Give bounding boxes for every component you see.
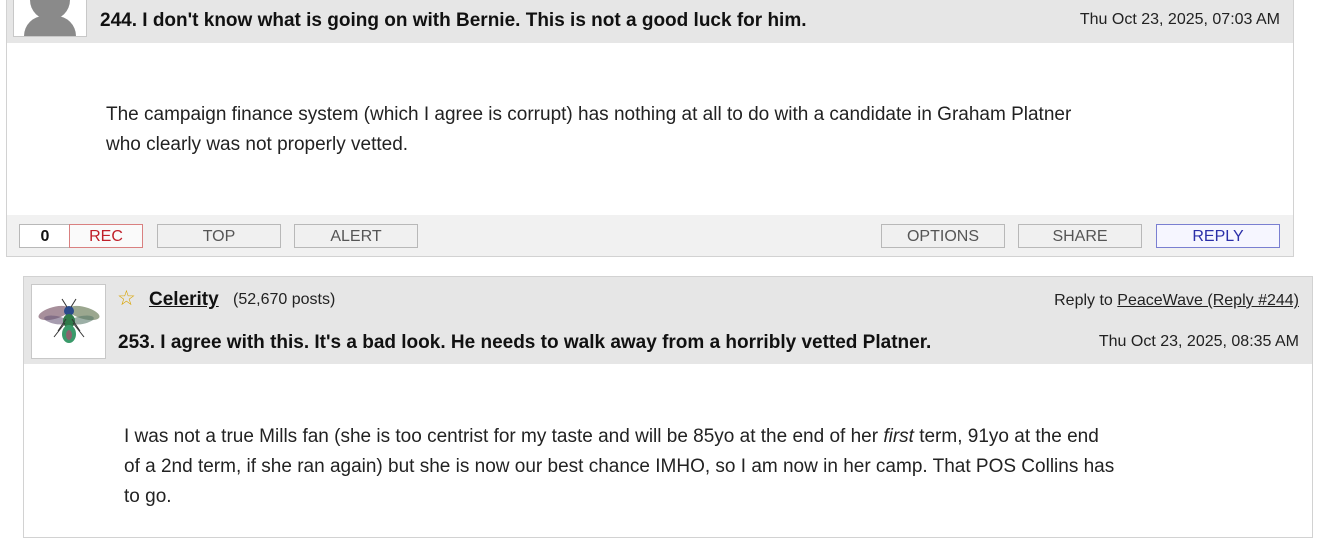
rec-count: 0 — [19, 224, 71, 248]
post-count: (52,670 posts) — [233, 291, 336, 308]
alert-button[interactable]: ALERT — [294, 224, 418, 248]
post-header: 244. I don't know what is going on with … — [7, 0, 1293, 43]
username-link[interactable]: Celerity — [149, 289, 219, 311]
post-244: 244. I don't know what is going on with … — [6, 0, 1294, 257]
reply-button[interactable]: REPLY — [1156, 224, 1280, 248]
avatar[interactable] — [31, 284, 106, 359]
star-icon: ☆ — [117, 287, 136, 310]
post-body: The campaign finance system (which I agr… — [106, 104, 1072, 155]
reply-to: Reply to PeaceWave (Reply #244) — [1054, 292, 1299, 309]
rec-button[interactable]: REC — [69, 224, 143, 248]
post-header: ☆ Celerity (52,670 posts) Reply to Peace… — [24, 277, 1312, 364]
avatar[interactable] — [13, 0, 87, 37]
post-footer: 0 REC TOP ALERT OPTIONS SHARE REPLY — [7, 215, 1293, 256]
options-button[interactable]: OPTIONS — [881, 224, 1005, 248]
post-subject: 244. I don't know what is going on with … — [100, 10, 807, 31]
post-253: ☆ Celerity (52,670 posts) Reply to Peace… — [23, 276, 1313, 538]
wasp-icon — [38, 298, 100, 343]
post-body: I was not a true Mills fan (she is too c… — [124, 426, 1115, 507]
post-date: Thu Oct 23, 2025, 07:03 AM — [1079, 11, 1280, 28]
share-button[interactable]: SHARE — [1018, 224, 1142, 248]
post-subject: 253. I agree with this. It's a bad look.… — [118, 332, 932, 353]
reply-to-link[interactable]: PeaceWave (Reply #244) — [1117, 292, 1299, 309]
top-button[interactable]: TOP — [157, 224, 281, 248]
post-date: Thu Oct 23, 2025, 08:35 AM — [1098, 333, 1299, 350]
